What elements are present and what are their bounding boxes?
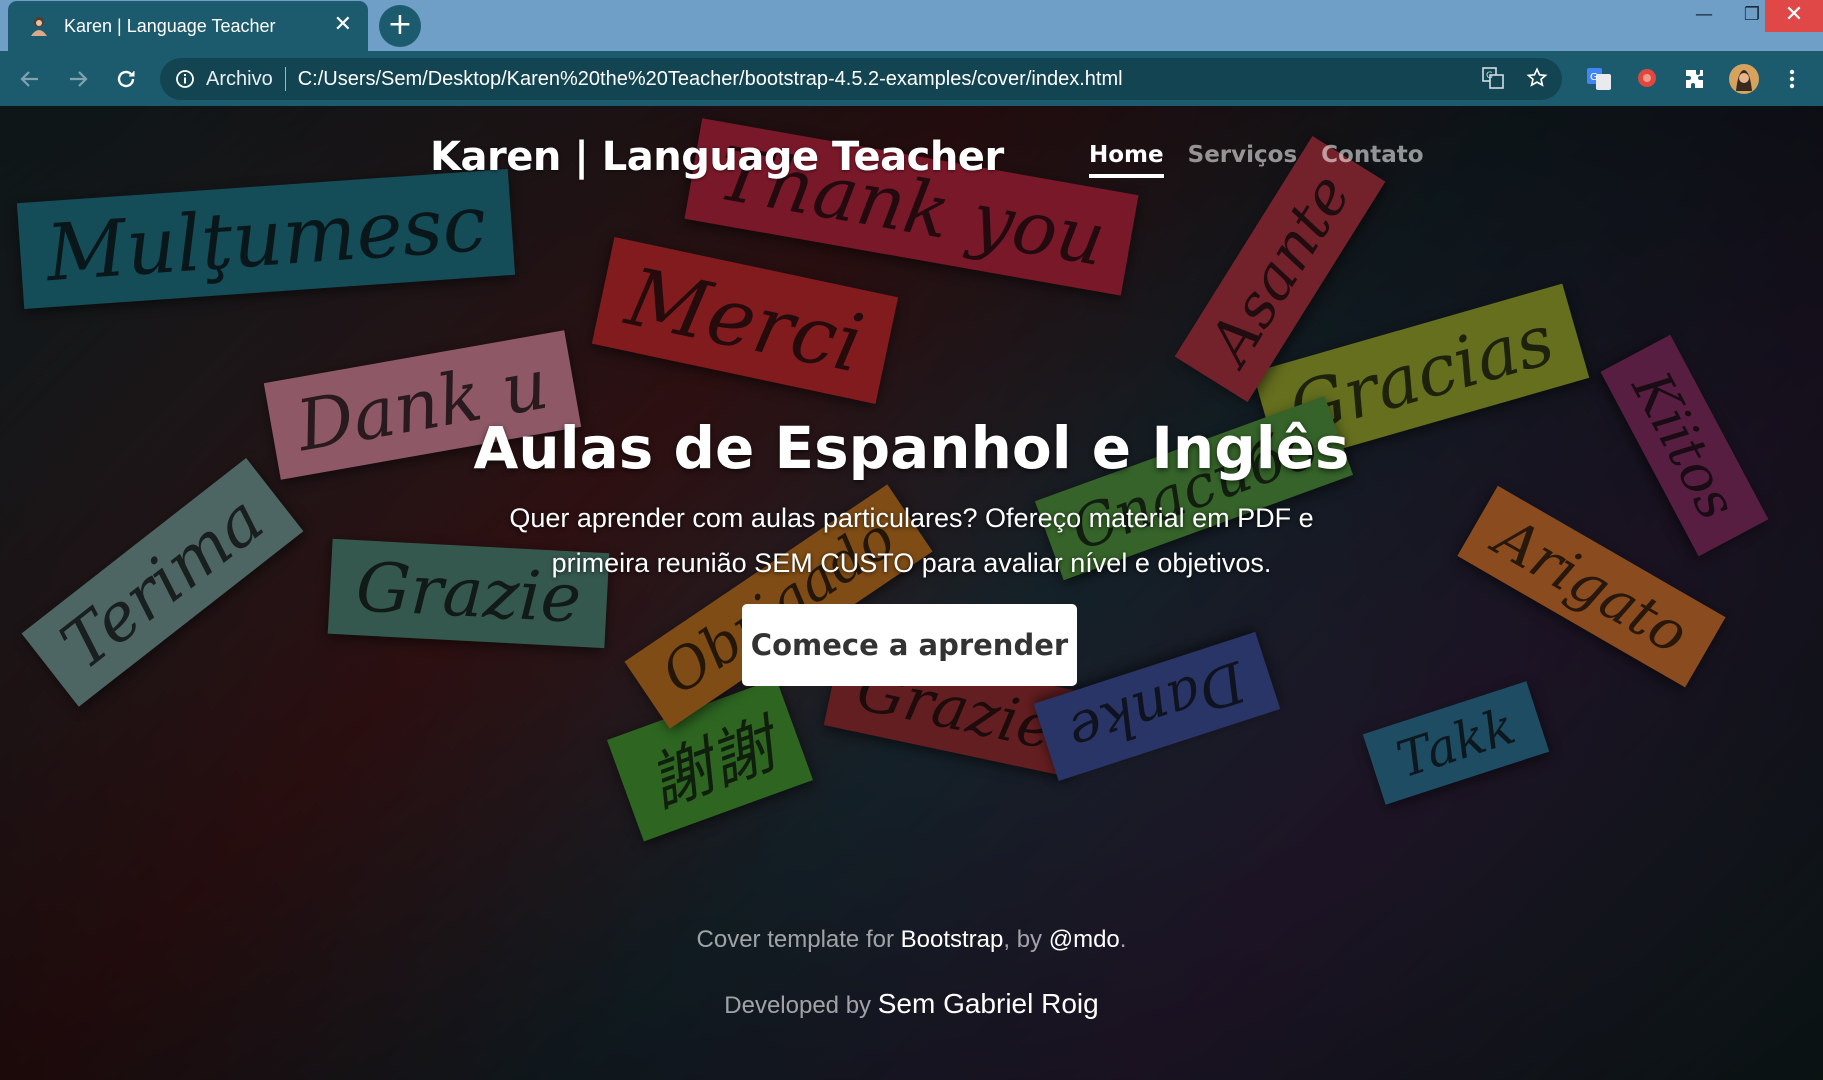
nav-link-home[interactable]: Home	[1089, 142, 1164, 178]
mdo-link[interactable]: @mdo	[1049, 926, 1120, 953]
cover-page: Mulţumesc Thank you Merci Gracias Dank u Graz…	[0, 106, 1823, 1080]
developer-prefix: Developed by	[724, 992, 878, 1019]
main-nav: Home Serviços Contato	[1089, 142, 1424, 178]
extensions-puzzle-icon[interactable]	[1680, 64, 1710, 94]
footer-developer: Developed by Sem Gabriel Roig	[0, 988, 1823, 1020]
browser-tab[interactable]: Karen | Language Teacher ✕	[8, 1, 368, 51]
address-bar[interactable]: Archivo C:/Users/Sem/Desktop/Karen%20the…	[160, 58, 1562, 100]
hero-title: Aulas de Espanhol e Inglês	[473, 414, 1350, 482]
window-close-button[interactable]: ✕	[1765, 0, 1823, 32]
profile-avatar[interactable]	[1727, 62, 1761, 96]
footer-credit-mid: , by	[1003, 926, 1049, 953]
bookmark-star-icon[interactable]	[1526, 67, 1548, 93]
favicon-icon	[28, 15, 50, 37]
site-info-icon[interactable]	[174, 68, 196, 90]
translate-icon[interactable]: G	[1482, 67, 1504, 93]
back-arrow-icon[interactable]	[12, 61, 48, 97]
nav-link-servicos[interactable]: Serviços	[1188, 142, 1298, 178]
browser-tab-strip: Karen | Language Teacher ✕ + — ❐ ✕	[0, 0, 1823, 51]
hero-lead-line-2: primeira reunião SEM CUSTO para avaliar …	[551, 548, 1272, 578]
browser-toolbar: Archivo C:/Users/Sem/Desktop/Karen%20the…	[0, 51, 1823, 106]
hero-lead-line-1: Quer aprender com aulas particulares? Of…	[509, 503, 1314, 533]
tab-close-icon[interactable]: ✕	[334, 13, 352, 37]
svg-text:G: G	[1590, 72, 1598, 83]
footer-credit: Cover template for Bootstrap, by @mdo.	[0, 926, 1823, 954]
new-tab-button[interactable]: +	[379, 5, 421, 47]
browser-menu-icon[interactable]	[1777, 64, 1807, 94]
svg-text:G: G	[1486, 71, 1493, 81]
reload-icon[interactable]	[108, 61, 144, 97]
google-translate-extension-icon[interactable]: G	[1584, 64, 1614, 94]
nav-link-contato[interactable]: Contato	[1321, 142, 1423, 178]
footer-credit-prefix: Cover template for	[696, 926, 901, 953]
site-brand[interactable]: Karen | Language Teacher	[430, 134, 1004, 180]
developer-name: Sem Gabriel Roig	[877, 988, 1099, 1019]
window-minimize-button[interactable]: —	[1681, 0, 1727, 32]
omnibox-separator	[284, 67, 286, 91]
bootstrap-link[interactable]: Bootstrap	[901, 926, 1004, 953]
start-learning-button[interactable]: Comece a aprender	[742, 604, 1077, 686]
file-scheme-label: Archivo	[206, 67, 273, 90]
red-extension-icon[interactable]	[1632, 64, 1662, 94]
tab-title: Karen | Language Teacher	[64, 15, 276, 36]
url-text[interactable]: C:/Users/Sem/Desktop/Karen%20the%20Teach…	[298, 68, 1123, 91]
forward-arrow-icon[interactable]	[60, 61, 96, 97]
footer-credit-suffix: .	[1119, 926, 1127, 953]
omnibox-actions: G	[1482, 67, 1548, 93]
hero-lead: Quer aprender com aulas particulares? Of…	[0, 496, 1823, 586]
